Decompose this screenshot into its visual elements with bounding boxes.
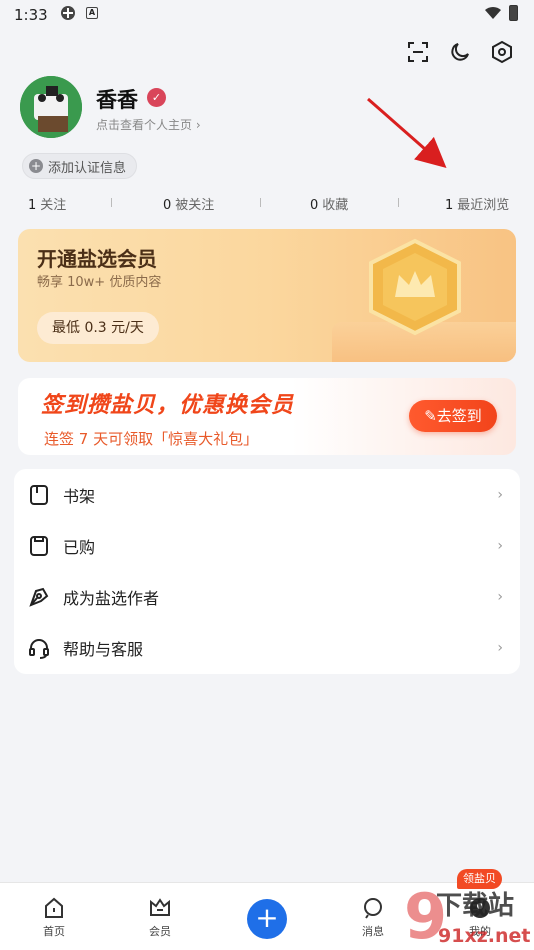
watermark-logo: 9 下载站 91xz.net bbox=[404, 880, 530, 950]
stat-number: 0 bbox=[310, 198, 319, 213]
watermark-line1: 下载站 bbox=[436, 891, 514, 921]
chevron-right-icon: › bbox=[497, 537, 503, 554]
headset-icon bbox=[28, 637, 50, 659]
divider bbox=[398, 198, 399, 207]
menu-label: 帮助与客服 bbox=[63, 639, 144, 659]
nav-home[interactable]: 首页 bbox=[24, 895, 84, 939]
stat-number: 0 bbox=[163, 198, 172, 213]
chevron-right-icon: › bbox=[497, 588, 503, 605]
vip-price-button[interactable]: 最低 0.3 元/天 bbox=[37, 312, 159, 344]
plus-icon: + bbox=[29, 159, 43, 173]
stat-label: 最近浏览 bbox=[457, 198, 510, 213]
menu-label: 书架 bbox=[63, 486, 96, 506]
stat-following[interactable]: 1 关注 bbox=[28, 194, 66, 213]
watermark-line2: 91xz.net bbox=[438, 925, 530, 947]
checkin-button[interactable]: ✎去签到 bbox=[409, 400, 497, 432]
username[interactable]: 香香 bbox=[96, 84, 138, 114]
menu-item-purchased[interactable]: 已购 › bbox=[14, 520, 520, 571]
chevron-right-icon: › bbox=[497, 639, 503, 656]
menu-item-bookshelf[interactable]: 书架 › bbox=[14, 469, 520, 520]
checkin-banner[interactable]: 签到攒盐贝，优惠换会员 连签 7 天可领取「惊喜大礼包」 ✎去签到 bbox=[18, 378, 516, 455]
nav-label: 会员 bbox=[149, 925, 171, 938]
stat-number: 1 bbox=[445, 198, 454, 213]
scan-icon[interactable] bbox=[404, 38, 432, 66]
menu-item-help[interactable]: 帮助与客服 › bbox=[14, 622, 520, 673]
vip-subtitle: 畅享 10w+ 优质内容 bbox=[37, 275, 162, 290]
stat-recent[interactable]: 1 最近浏览 bbox=[445, 194, 509, 213]
purchased-icon bbox=[28, 535, 50, 557]
nav-messages[interactable]: 消息 bbox=[343, 895, 403, 939]
create-plus-button[interactable]: + bbox=[247, 899, 287, 939]
checkin-subtitle: 连签 7 天可领取「惊喜大礼包」 bbox=[44, 430, 259, 448]
bookshelf-icon bbox=[28, 484, 50, 506]
vip-title: 开通盐选会员 bbox=[37, 247, 157, 271]
cert-chip-label: 添加认证信息 bbox=[48, 160, 127, 176]
stat-favorites[interactable]: 0 收藏 bbox=[310, 194, 348, 213]
settings-icon[interactable] bbox=[488, 38, 516, 66]
divider bbox=[260, 198, 261, 207]
avatar[interactable] bbox=[20, 76, 82, 138]
nav-label: 消息 bbox=[362, 925, 384, 938]
stat-followers[interactable]: 0 被关注 bbox=[163, 194, 214, 213]
menu-label: 成为盐选作者 bbox=[63, 588, 160, 608]
verified-badge-icon: ✓ bbox=[147, 88, 166, 107]
night-mode-icon[interactable] bbox=[446, 38, 474, 66]
a-status-icon: A bbox=[86, 7, 98, 19]
stat-number: 1 bbox=[28, 198, 37, 213]
nav-label: 首页 bbox=[43, 925, 65, 938]
chevron-right-icon: › bbox=[497, 486, 503, 503]
pencil-icon: ✎ bbox=[424, 407, 437, 425]
nav-vip[interactable]: 会员 bbox=[130, 895, 190, 939]
menu-label: 已购 bbox=[63, 537, 96, 557]
checkin-title: 签到攒盐贝，优惠换会员 bbox=[41, 393, 295, 418]
crown-badge-icon bbox=[369, 238, 461, 336]
home-icon bbox=[41, 895, 67, 921]
stat-label: 关注 bbox=[40, 198, 67, 213]
battery-icon bbox=[509, 5, 518, 21]
vip-banner[interactable]: 开通盐选会员 畅享 10w+ 优质内容 最低 0.3 元/天 bbox=[18, 229, 516, 362]
stat-label: 收藏 bbox=[322, 198, 349, 213]
stats-row: 1 关注 0 被关注 0 收藏 1 最近浏览 bbox=[20, 194, 514, 213]
status-time: 1:33 bbox=[14, 6, 48, 24]
status-bar: 1:33 A bbox=[0, 0, 534, 30]
app-status-icon bbox=[61, 6, 75, 20]
stat-label: 被关注 bbox=[175, 198, 215, 213]
profile-link[interactable]: 点击查看个人主页 › bbox=[96, 116, 201, 133]
vip-icon bbox=[147, 895, 173, 921]
add-certification-chip[interactable]: + 添加认证信息 bbox=[22, 153, 138, 179]
checkin-button-label: 去签到 bbox=[436, 407, 482, 425]
divider bbox=[111, 198, 112, 207]
pen-icon bbox=[28, 586, 50, 608]
wifi-icon bbox=[485, 6, 501, 19]
menu-card: 书架 › 已购 › 成为盐选作者 › 帮助与客服 › bbox=[14, 469, 520, 674]
message-icon bbox=[360, 895, 386, 921]
menu-item-become-author[interactable]: 成为盐选作者 › bbox=[14, 571, 520, 622]
